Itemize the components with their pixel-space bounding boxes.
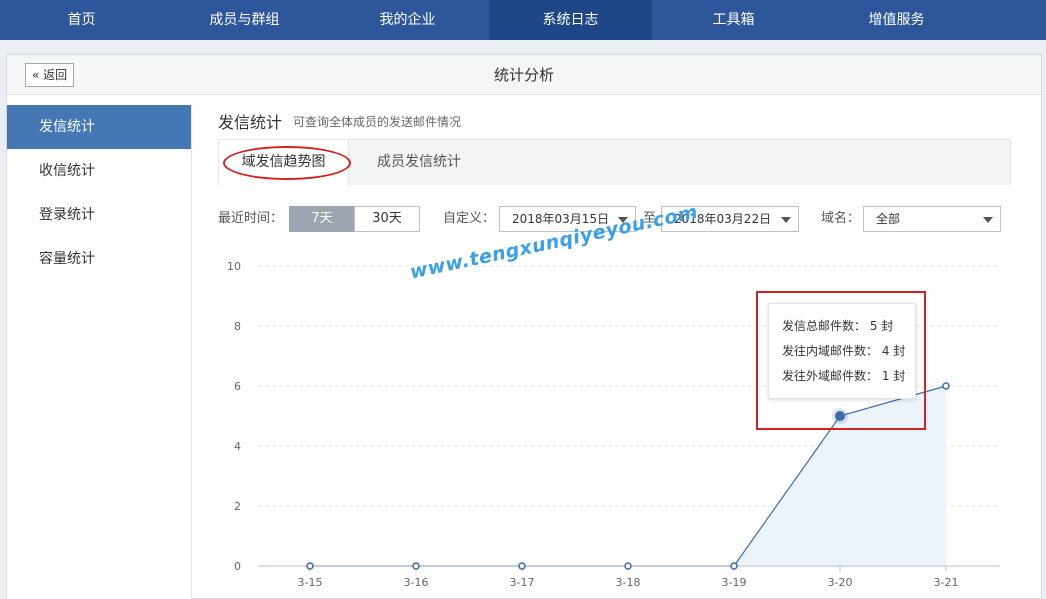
tooltip-total: 发信总邮件数： 5 封 — [782, 319, 894, 333]
data-point — [624, 562, 632, 570]
data-point — [942, 382, 950, 390]
back-button[interactable]: « 返回 — [25, 63, 75, 87]
data-point-highlight — [835, 411, 845, 421]
chevron-down-icon — [781, 217, 791, 223]
chevron-down-icon — [983, 217, 993, 223]
data-point — [412, 562, 420, 570]
sidebar-item-send-stats[interactable]: 发信统计 — [7, 105, 191, 149]
sidebar: 发信统计 收信统计 登录统计 容量统计 — [7, 105, 192, 599]
domain-label: 域名： — [821, 211, 861, 226]
panel-header: 统计分析 « 返回 — [7, 55, 1041, 95]
section-title: 发信统计 — [218, 113, 283, 132]
recent-time-label: 最近时间： — [218, 211, 284, 226]
data-point — [518, 562, 526, 570]
tooltip-internal: 发往内域邮件数： 4 封 — [782, 344, 906, 358]
tab-domain-trend[interactable]: 域发信趋势图 — [219, 140, 349, 186]
sidebar-item-capacity-stats[interactable]: 容量统计 — [7, 237, 191, 281]
domain-select[interactable]: 全部 — [863, 206, 1001, 232]
nav-value-added[interactable]: 增值服务 — [815, 0, 978, 40]
sidebar-item-login-stats[interactable]: 登录统计 — [7, 193, 191, 237]
data-point — [306, 562, 314, 570]
nav-system-log[interactable]: 系统日志 — [489, 0, 652, 40]
sidebar-item-receive-stats[interactable]: 收信统计 — [7, 149, 191, 193]
nav-my-enterprise[interactable]: 我的企业 — [326, 0, 489, 40]
domain-value: 全部 — [876, 212, 901, 226]
tab-bar: 域发信趋势图 成员发信统计 — [218, 139, 1011, 186]
data-point — [730, 562, 738, 570]
section-description: 可查询全体成员的发送邮件情况 — [293, 115, 462, 129]
top-nav: 首页 成员与群组 我的企业 系统日志 工具箱 增值服务 — [0, 0, 1046, 40]
nav-members-groups[interactable]: 成员与群组 — [163, 0, 326, 40]
chart-tooltip: 发信总邮件数： 5 封 发往内域邮件数： 4 封 发往外域邮件数： 1 封 — [768, 303, 916, 399]
page-title: 统计分析 — [493, 66, 554, 84]
nav-home[interactable]: 首页 — [0, 0, 163, 40]
custom-label: 自定义： — [443, 211, 496, 226]
tooltip-external: 发往外域邮件数： 1 封 — [782, 369, 906, 383]
range-30-days-button[interactable]: 30天 — [354, 206, 420, 232]
range-7-days-button[interactable]: 7天 — [289, 206, 355, 232]
nav-toolbox[interactable]: 工具箱 — [652, 0, 815, 40]
tab-member-send-stats[interactable]: 成员发信统计 — [354, 140, 484, 186]
